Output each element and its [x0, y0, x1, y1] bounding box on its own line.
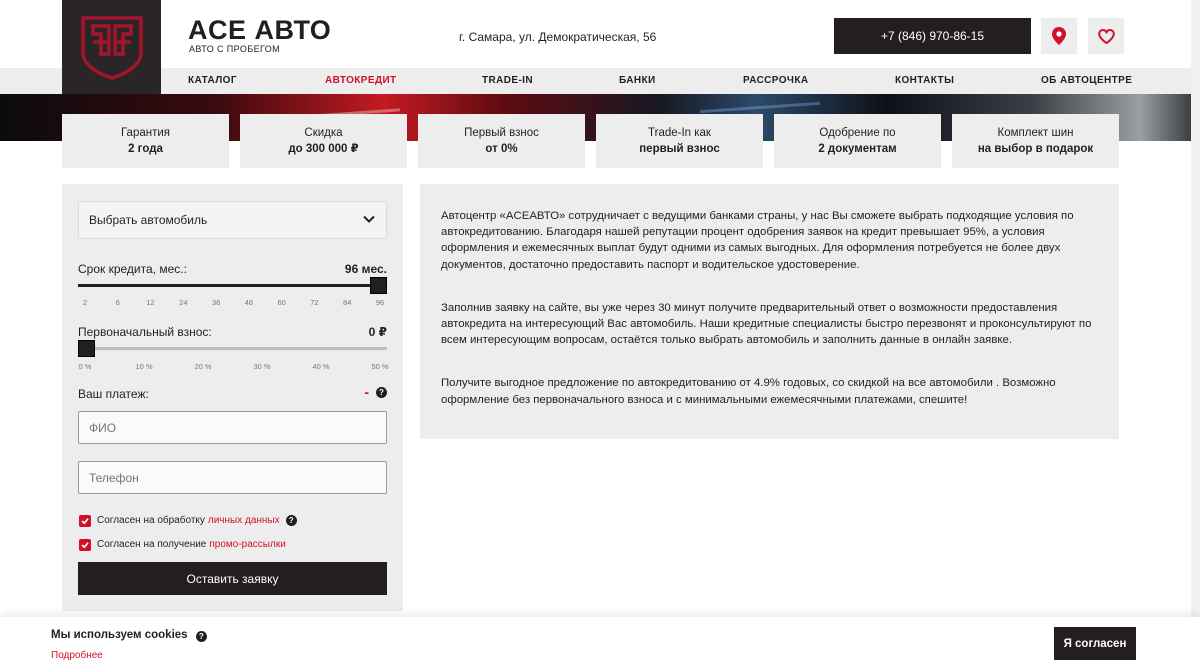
- benefit-value: 2 документам: [818, 143, 897, 155]
- down-payment-tick-label: 0 %: [78, 362, 92, 371]
- benefit-label: Гарантия: [120, 127, 171, 139]
- benefit-label: Скидка: [304, 127, 343, 139]
- term-tick-label: 84: [343, 298, 352, 307]
- checkmark-icon: [81, 517, 89, 524]
- page-scrollbar[interactable]: [1191, 0, 1200, 617]
- consent-promo-text: Согласен на получение: [97, 539, 207, 550]
- nav-item-trade-in[interactable]: TRADE-IN: [482, 68, 533, 94]
- term-tick-label: 6: [115, 298, 120, 307]
- down-payment-tick-label: 30 %: [253, 362, 271, 371]
- nav-item-contacts[interactable]: КОНТАКТЫ: [895, 68, 954, 94]
- benefit-label: Первый взнос: [464, 127, 539, 139]
- term-tick-label: 2: [82, 298, 88, 307]
- logo-emblem-icon: [80, 16, 143, 80]
- term-tick-label: 12: [146, 298, 155, 307]
- submit-button[interactable]: Оставить заявку: [78, 562, 387, 595]
- term-tick-label: 60: [277, 298, 286, 307]
- term-slider-ticks: 2 6 12 24 36 48 60 72 84 96: [78, 298, 387, 310]
- payment-label: Ваш платеж:: [78, 387, 149, 401]
- nav-item-installment[interactable]: РАССРОЧКА: [743, 68, 808, 94]
- cookie-more-link[interactable]: Подробнее: [51, 650, 103, 661]
- benefit-value: первый взнос: [639, 143, 720, 155]
- cookie-banner: Мы используем cookies ? Подробнее Я согл…: [0, 617, 1200, 671]
- logo[interactable]: [62, 0, 161, 94]
- phone-input[interactable]: [78, 461, 387, 494]
- down-payment-tick-label: 20 %: [194, 362, 212, 371]
- nav-item-about[interactable]: ОБ АВТОЦЕНТРЕ: [1041, 68, 1132, 94]
- term-tick-label: 36: [211, 298, 221, 307]
- benefit-label: Trade-In как: [648, 127, 711, 139]
- benefit-card: Гарантия 2 года: [62, 114, 229, 168]
- consent-personal-data-text: Согласен на обработку: [97, 515, 205, 526]
- term-slider-track[interactable]: [78, 284, 387, 287]
- down-payment-tick-label: 50 %: [371, 362, 389, 371]
- car-select-value: Выбрать автомобиль: [89, 213, 208, 227]
- term-tick-label: 96: [375, 298, 385, 307]
- chevron-down-icon: [363, 215, 375, 223]
- benefit-card: Первый взнос от 0%: [418, 114, 585, 168]
- nav-item-autocredit[interactable]: АВТОКРЕДИТ: [325, 68, 397, 94]
- question-icon[interactable]: ?: [285, 515, 297, 526]
- fio-input[interactable]: [78, 411, 387, 444]
- down-payment-tick-label: 40 %: [312, 362, 330, 371]
- benefit-card: Скидка до 300 000 ₽: [240, 114, 407, 168]
- site-header: ACE АВТО АВТО С ПРОБЕГОМ г. Самара, ул. …: [0, 0, 1200, 68]
- cookie-accept-button[interactable]: Я согласен: [1054, 627, 1136, 660]
- benefit-label: Одобрение по: [819, 127, 896, 139]
- benefit-value: от 0%: [485, 143, 518, 155]
- checkmark-icon: [81, 541, 89, 548]
- down-payment-slider-thumb[interactable]: [78, 340, 95, 357]
- benefit-label: Комплект шин: [997, 127, 1074, 139]
- down-payment-label: Первоначальный взнос:: [78, 325, 212, 339]
- benefit-value: 2 года: [128, 143, 163, 155]
- credit-form: Выбрать автомобиль Срок кредита, мес.: 9…: [62, 184, 403, 611]
- question-icon[interactable]: ?: [195, 631, 207, 642]
- main-nav: КАТАЛОГ АВТОКРЕДИТ TRADE-IN БАНКИ РАССРО…: [0, 68, 1200, 94]
- location-pin-icon: [1052, 27, 1066, 45]
- benefit-card: Trade-In как первый взнос: [596, 114, 763, 168]
- cookie-title-text: Мы используем cookies: [51, 629, 188, 641]
- promo-link[interactable]: промо-рассылки: [209, 539, 285, 550]
- nav-item-banks[interactable]: БАНКИ: [619, 68, 656, 94]
- down-payment-slider-ticks: 0 % 10 % 20 % 30 % 40 % 50 %: [78, 362, 389, 374]
- car-select[interactable]: Выбрать автомобиль: [78, 201, 387, 239]
- personal-data-link[interactable]: личных данных: [208, 515, 280, 526]
- info-paragraph: Получите выгодное предложение по автокре…: [441, 377, 1056, 406]
- term-value: 96 мес.: [344, 262, 387, 276]
- heart-icon: [1097, 28, 1115, 44]
- info-panel: Автоцентр «ACEАВТО» сотрудничает с ведущ…: [420, 184, 1119, 439]
- consent-personal-data-checkbox[interactable]: [79, 514, 91, 527]
- cookie-title: Мы используем cookies ?: [51, 629, 207, 642]
- phone-button[interactable]: +7 (846) 970-86-15: [834, 18, 1031, 54]
- brand-title[interactable]: ACE АВТО: [188, 15, 331, 46]
- location-button[interactable]: [1041, 18, 1077, 54]
- down-payment-value: 0 ₽: [368, 325, 387, 339]
- term-tick-label: 24: [179, 298, 188, 307]
- term-tick-label: 48: [244, 298, 254, 307]
- down-payment-tick-label: 10 %: [135, 362, 153, 371]
- payment-value: -: [364, 384, 369, 400]
- consent-promo: Согласен на получение промо-рассылки: [79, 538, 286, 551]
- term-tick-label: 72: [310, 298, 319, 307]
- benefit-value: на выбор в подарок: [977, 143, 1094, 155]
- term-slider-thumb[interactable]: [370, 277, 387, 294]
- nav-item-catalog[interactable]: КАТАЛОГ: [188, 68, 237, 94]
- address-text: г. Самара, ул. Демократическая, 56: [459, 30, 657, 44]
- consent-personal-data: Согласен на обработку личных данных ?: [79, 514, 297, 527]
- down-payment-slider-track[interactable]: [78, 347, 387, 350]
- hero-light-streak: [700, 101, 820, 114]
- info-paragraph: Заполнив заявку на сайте, вы уже через 3…: [441, 301, 1092, 347]
- favorites-button[interactable]: [1088, 18, 1124, 54]
- term-label: Срок кредита, мес.:: [78, 262, 187, 276]
- question-icon[interactable]: ?: [376, 387, 387, 398]
- info-paragraph: Автоцентр «ACEАВТО» сотрудничает с ведущ…: [441, 210, 1074, 271]
- benefit-card: Одобрение по 2 документам: [774, 114, 941, 168]
- brand-subtitle: АВТО С ПРОБЕГОМ: [189, 44, 281, 54]
- benefit-value: до 300 000 ₽: [288, 143, 359, 155]
- benefit-card: Комплект шин на выбор в подарок: [952, 114, 1119, 168]
- consent-promo-checkbox[interactable]: [79, 538, 91, 551]
